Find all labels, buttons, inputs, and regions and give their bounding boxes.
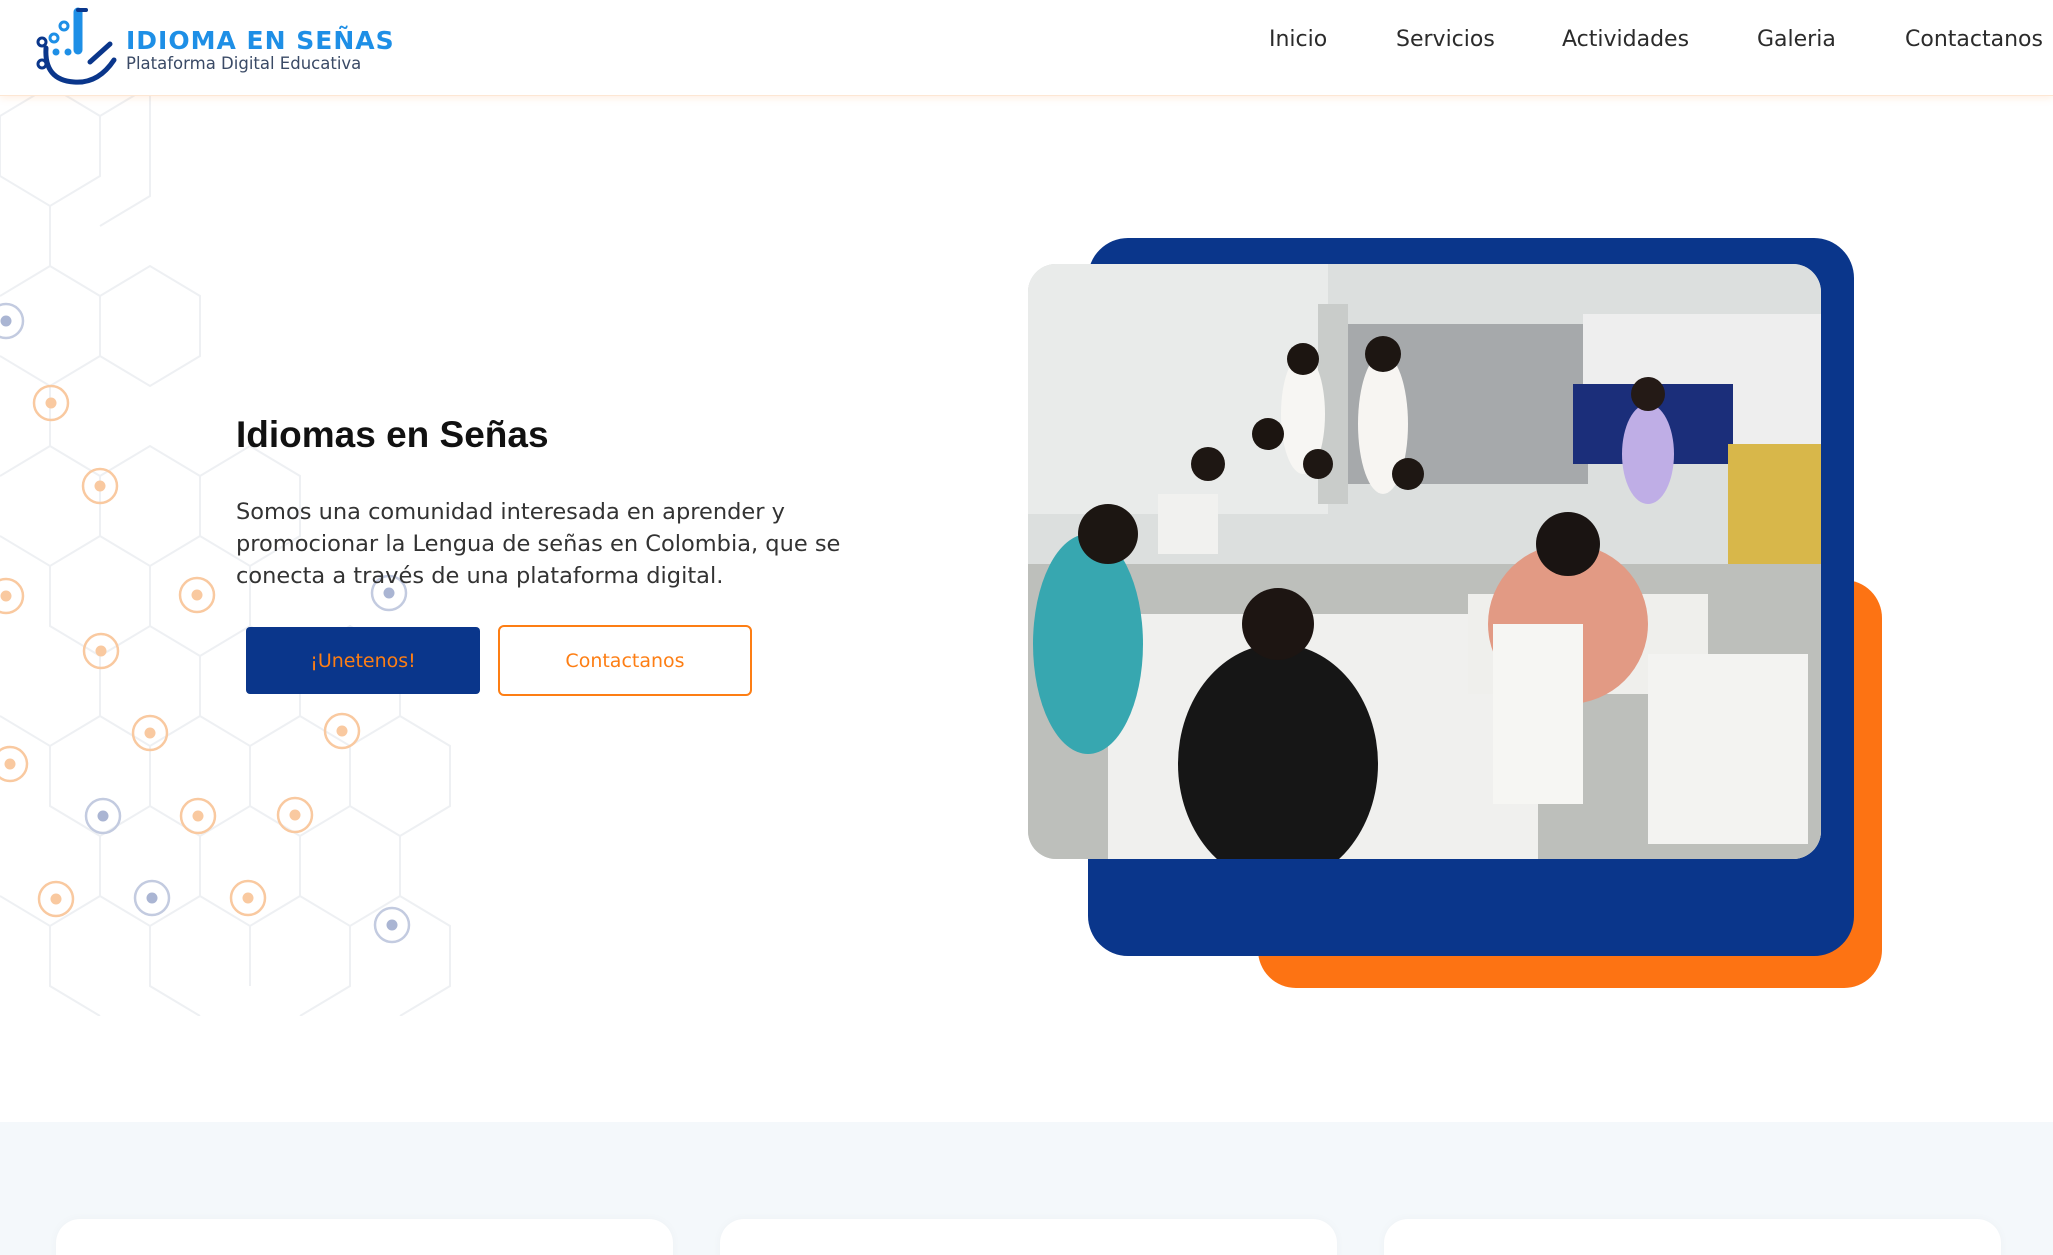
- nav-item-galeria[interactable]: Galeria: [1757, 26, 1836, 54]
- nav-item-inicio-link[interactable]: Inicio: [1269, 26, 1327, 54]
- brand-subtitle: Plataforma Digital Educativa: [126, 54, 362, 73]
- join-button[interactable]: ¡Unetenos!: [246, 627, 480, 694]
- nav-item-actividades[interactable]: Actividades: [1562, 26, 1689, 54]
- classroom-photo: [1028, 264, 1821, 859]
- service-card: [56, 1219, 673, 1255]
- hero-title: Idiomas en Señas: [236, 414, 549, 455]
- site-logo[interactable]: IDIOMA EN SEÑAS Plataforma Digital Educa…: [34, 4, 394, 88]
- sign-language-hand-icon: [36, 7, 117, 85]
- contact-button[interactable]: Contactanos: [498, 625, 752, 696]
- site-header: IDIOMA EN SEÑAS Plataforma Digital Educa…: [0, 0, 2053, 96]
- brand-title: IDIOMA EN SEÑAS: [126, 26, 395, 55]
- nav-item-servicios[interactable]: Servicios: [1396, 26, 1495, 54]
- nav-item-contactanos[interactable]: Contactanos: [1905, 26, 2043, 54]
- service-card: [720, 1219, 1337, 1255]
- hero-description: Somos una comunidad interesada en aprend…: [236, 499, 841, 589]
- service-card: [1384, 1219, 2001, 1255]
